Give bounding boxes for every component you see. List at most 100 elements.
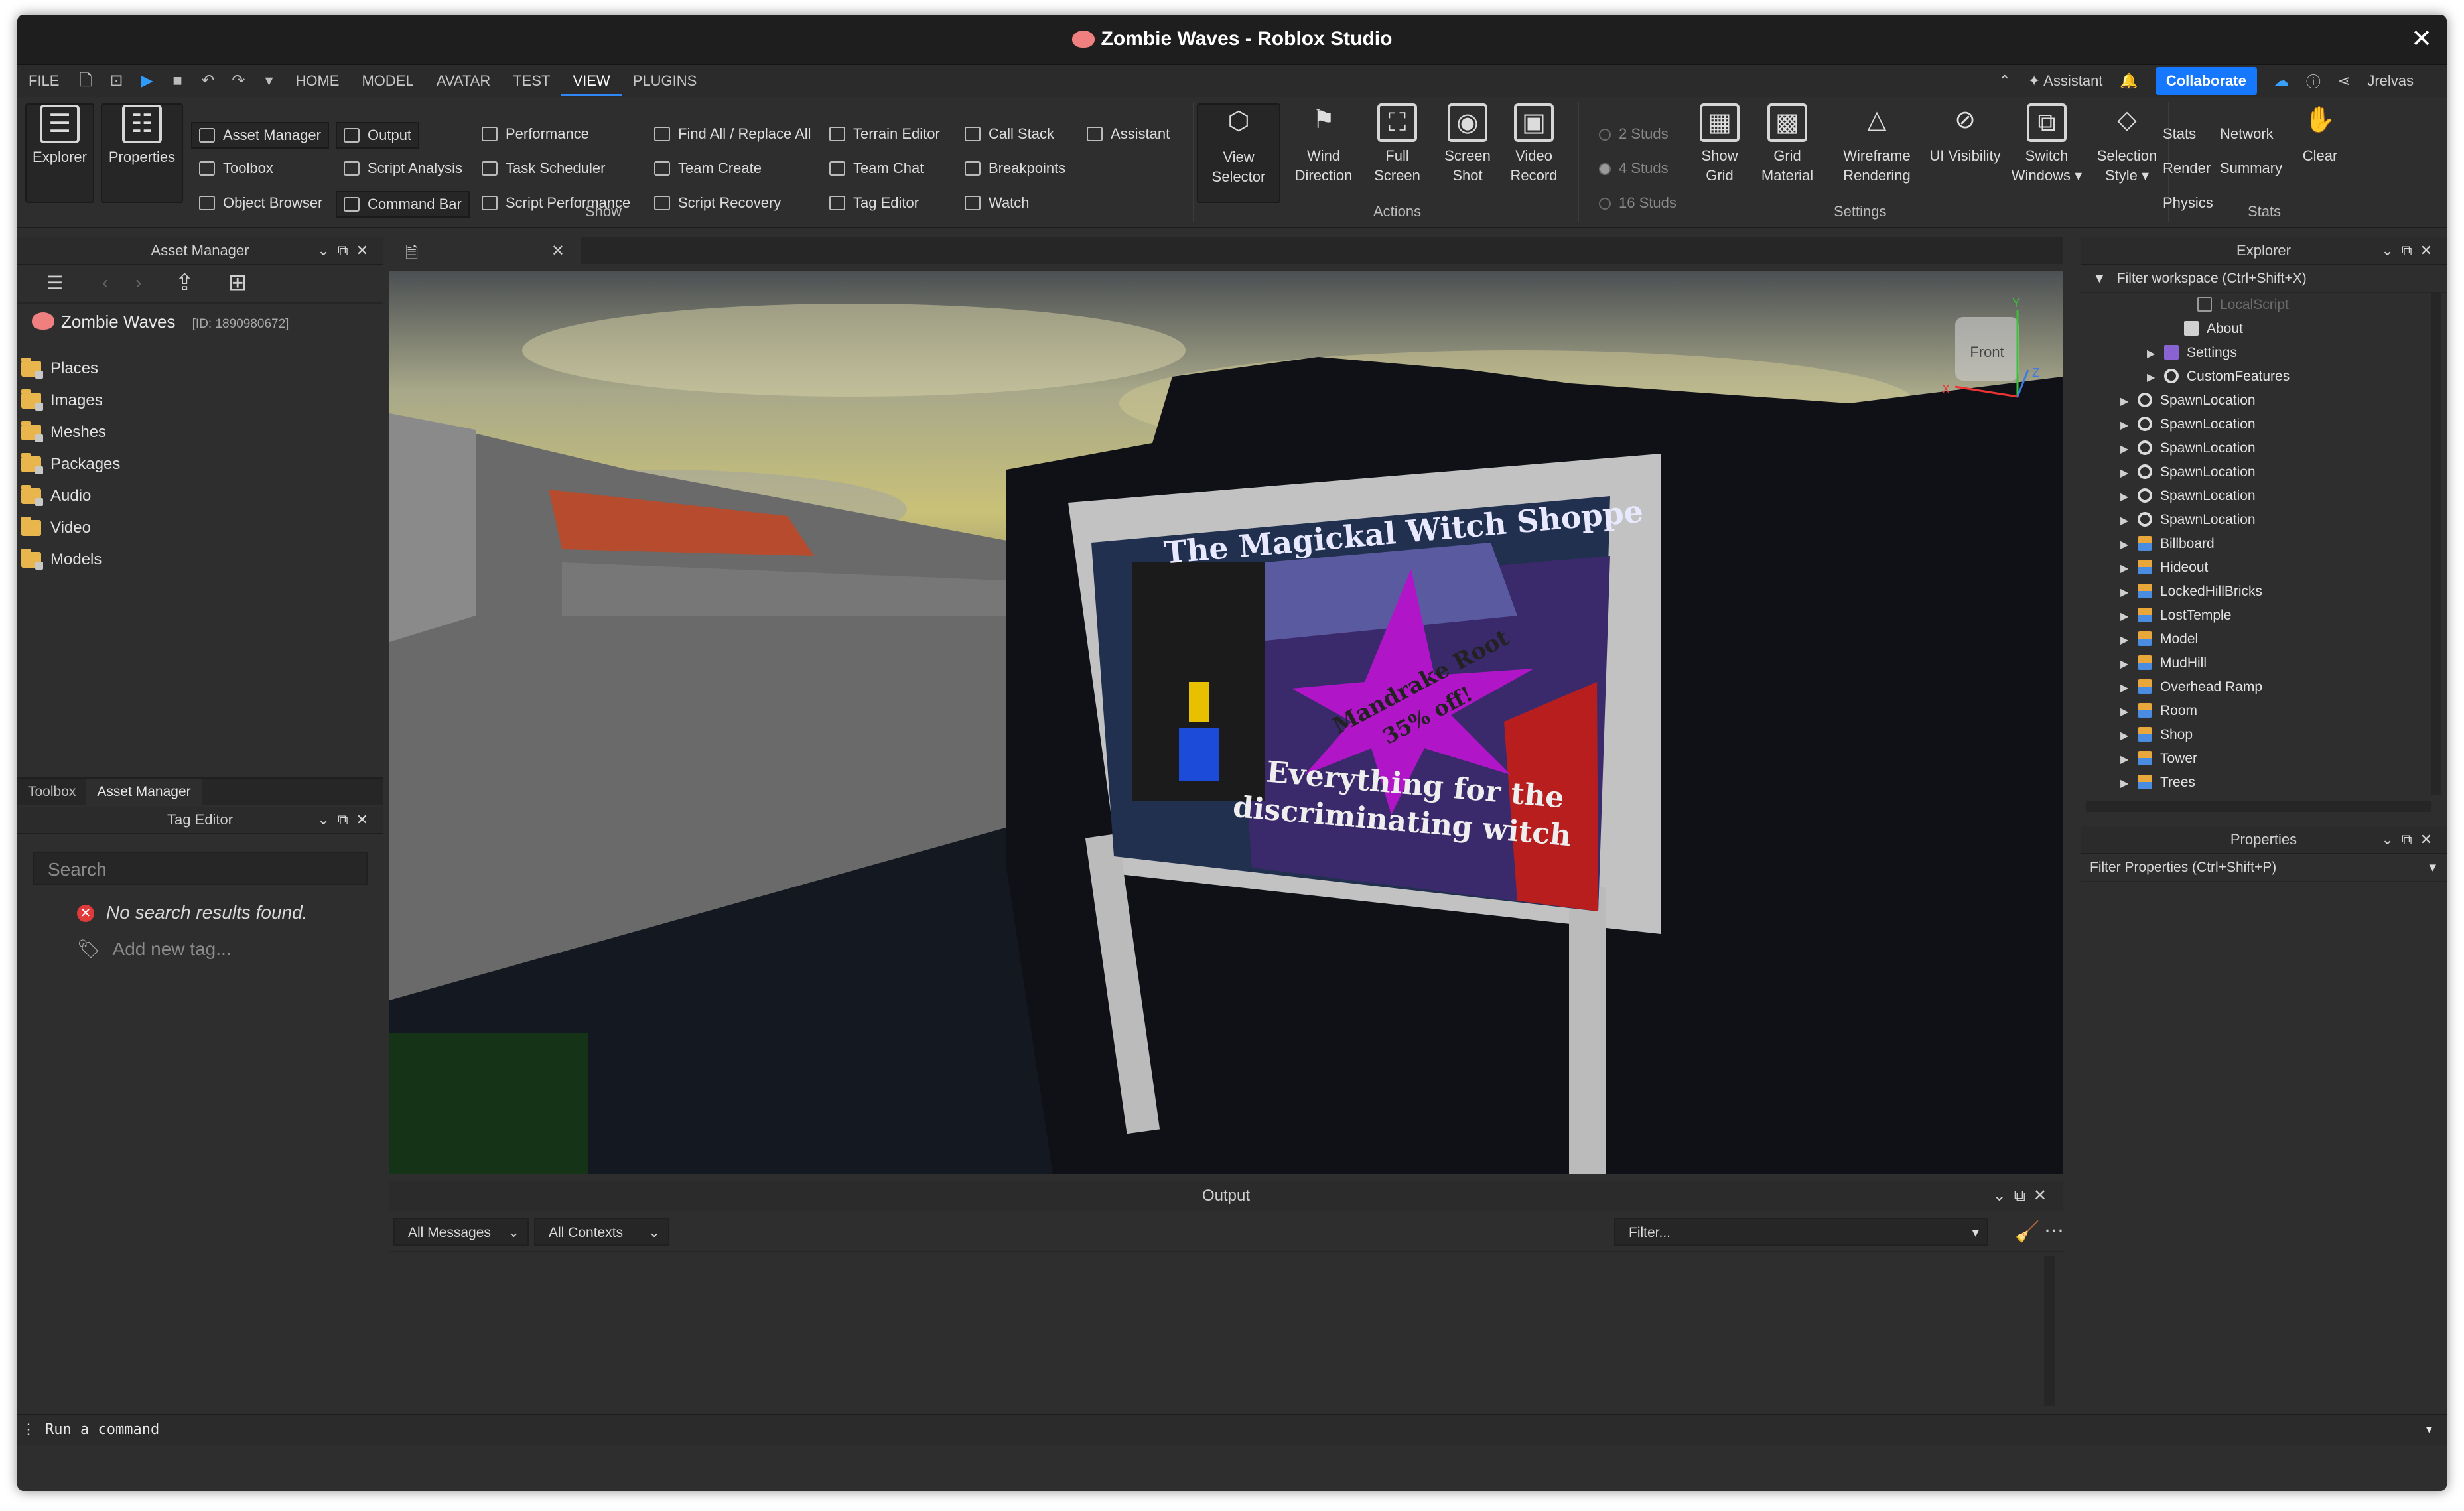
expand-arrow-icon[interactable]: ▶ (2120, 605, 2138, 629)
asset-manager-toggle[interactable]: Asset Manager (191, 122, 329, 149)
object-browser-toggle[interactable]: Object Browser (199, 191, 322, 215)
viewport-tab[interactable]: 🗎 ✕ (389, 237, 581, 264)
expand-arrow-icon[interactable]: ▶ (2120, 677, 2138, 700)
add-new-tag[interactable]: 🏷 Add new tag... (77, 938, 232, 960)
messages-dropdown[interactable]: All Messages ⌄ (393, 1218, 529, 1246)
folder-video[interactable]: Video (21, 512, 120, 544)
tag-editor-toggle[interactable]: Tag Editor (829, 191, 919, 215)
tab-model[interactable]: MODEL (350, 72, 425, 90)
folder-audio[interactable]: Audio (21, 480, 120, 512)
tab-test[interactable]: TEST (502, 72, 561, 90)
switch-windows-button[interactable]: ⧉ Switch Windows ▾ (2010, 103, 2083, 186)
summary-button[interactable]: Summary (2220, 157, 2282, 180)
tag-search-input[interactable]: Search (33, 852, 368, 885)
wind-direction-button[interactable]: ⚑ Wind Direction (1287, 103, 1360, 186)
video-record-button[interactable]: ▣ Video Record (1501, 103, 1567, 186)
forward-icon[interactable]: › (135, 272, 141, 293)
share-icon[interactable]: ⋖ (2338, 72, 2350, 90)
task-scheduler-toggle[interactable]: Task Scheduler (482, 157, 605, 180)
folder-packages[interactable]: Packages (21, 448, 120, 480)
chevron-up-icon[interactable]: ⌃ (1998, 72, 2010, 90)
wireframe-button[interactable]: △ Wireframe Rendering (1827, 103, 1927, 186)
tab-home[interactable]: HOME (284, 72, 350, 90)
watch-toggle[interactable]: Watch (965, 191, 1030, 215)
explorer-item[interactable]: ▶ SpawnLocation (2120, 460, 2256, 484)
expand-arrow-icon[interactable]: ▶ (2120, 653, 2138, 677)
expand-arrow-icon[interactable]: ▶ (2120, 724, 2138, 748)
cloud-icon[interactable]: ☁ (2274, 72, 2289, 90)
expand-arrow-icon[interactable]: ▶ (2120, 390, 2138, 414)
folder-meshes[interactable]: Meshes (21, 417, 120, 448)
explorer-item[interactable]: ▶ LockedHillBricks (2120, 580, 2262, 604)
expand-arrow-icon[interactable]: ▶ (2120, 509, 2138, 533)
render-button[interactable]: Render (2163, 157, 2211, 180)
user-name[interactable]: Jrelvas (2367, 72, 2414, 90)
explorer-scrollbar[interactable] (2431, 293, 2441, 795)
explorer-item[interactable]: ▶ MudHill (2120, 651, 2207, 675)
view-selector-button[interactable]: ⬡ View Selector (1197, 103, 1280, 203)
undo-icon[interactable]: ↶ (199, 72, 216, 90)
expand-arrow-icon[interactable]: ▶ (2120, 629, 2138, 653)
expand-arrow-icon[interactable]: ▶ (2120, 438, 2138, 462)
panel-controls[interactable]: ⌄⧉✕ (1993, 1181, 2055, 1211)
properties-filter-input[interactable]: Filter Properties (Ctrl+Shift+P) ▾ (2081, 854, 2447, 882)
find-all-toggle[interactable]: Find All / Replace All (654, 122, 811, 146)
expand-arrow-icon[interactable]: ▶ (2120, 533, 2138, 557)
explorer-item[interactable]: ▶ Room (2120, 699, 2197, 723)
expand-arrow-icon[interactable]: ▶ (2120, 748, 2138, 772)
explorer-item[interactable]: ▶ Trees (2120, 771, 2195, 795)
redo-icon[interactable]: ↷ (230, 72, 247, 90)
properties-button[interactable]: ☷ Properties (101, 103, 183, 203)
team-chat-toggle[interactable]: Team Chat (829, 157, 924, 180)
stats-button[interactable]: Stats (2163, 122, 2196, 146)
ui-visibility-button[interactable]: ⊘ UI Visibility (1928, 103, 2002, 166)
explorer-item[interactable]: ▶ LostTemple (2120, 604, 2231, 627)
file-menu[interactable]: FILE (17, 72, 70, 90)
expand-arrow-icon[interactable]: ▶ (2120, 581, 2138, 605)
explorer-item[interactable]: ▶ SpawnLocation (2120, 389, 2256, 413)
tab-avatar[interactable]: AVATAR (425, 72, 502, 90)
explorer-item[interactable]: LocalScript (2180, 293, 2289, 317)
new-file-icon[interactable]: 🗋 (77, 72, 94, 90)
script-recovery-toggle[interactable]: Script Recovery (654, 191, 781, 215)
contexts-dropdown[interactable]: All Contexts ⌄ (534, 1218, 669, 1246)
notifications-icon[interactable]: 🔔 (2120, 72, 2138, 90)
grid-16-studs-radio[interactable]: 16 Studs (1599, 191, 1677, 215)
grid-material-button[interactable]: ▩ Grid Material (1754, 103, 1820, 186)
explorer-hscrollbar[interactable] (2086, 801, 2431, 812)
tab-toolbox[interactable]: Toolbox (17, 784, 86, 800)
command-bar[interactable]: ⋮ Run a command ▾ (17, 1414, 2447, 1445)
command-bar-toggle[interactable]: Command Bar (336, 191, 470, 218)
explorer-item[interactable]: ▶ Settings (2147, 341, 2237, 365)
collaborate-button[interactable]: Collaborate (2155, 67, 2257, 95)
3d-viewport[interactable]: The Magickal Witch Shoppe Mandrake Root … (389, 271, 2063, 1174)
physics-button[interactable]: Physics (2163, 191, 2213, 215)
performance-toggle[interactable]: Performance (482, 122, 589, 146)
screen-shot-button[interactable]: ◉ Screen Shot (1434, 103, 1501, 186)
show-grid-button[interactable]: ▦ Show Grid (1686, 103, 1753, 186)
panel-controls[interactable]: ⌄⧉✕ (2381, 826, 2440, 853)
broom-icon[interactable]: 🧹 (2015, 1220, 2039, 1244)
tab-view[interactable]: VIEW (561, 66, 622, 96)
explorer-item[interactable]: ▶ SpawnLocation (2120, 508, 2256, 532)
network-button[interactable]: Network (2220, 122, 2274, 146)
grid-view-icon[interactable]: ⊞ (228, 269, 247, 296)
full-screen-button[interactable]: ⛶ Full Screen (1364, 103, 1430, 186)
explorer-item[interactable]: About (2167, 317, 2243, 341)
explorer-button[interactable]: ☰ Explorer (25, 103, 94, 203)
output-toggle[interactable]: Output (336, 122, 420, 149)
open-file-icon[interactable]: ⊡ (107, 72, 125, 90)
team-create-toggle[interactable]: Team Create (654, 157, 762, 180)
output-filter-input[interactable]: Filter... ▾ (1614, 1218, 1988, 1246)
expand-arrow-icon[interactable]: ▶ (2120, 557, 2138, 581)
panel-controls[interactable]: ⌄⧉✕ (317, 237, 376, 264)
expand-arrow-icon[interactable]: ▶ (2120, 772, 2138, 796)
selection-style-button[interactable]: ◇ Selection Style ▾ (2090, 103, 2164, 186)
close-tab-icon[interactable]: ✕ (551, 241, 565, 261)
grid-2-studs-radio[interactable]: 2 Studs (1599, 122, 1669, 146)
toolbox-toggle[interactable]: Toolbox (199, 157, 273, 180)
close-window-button[interactable]: ✕ (2411, 24, 2432, 54)
explorer-item[interactable]: ▶ CustomFeatures (2147, 365, 2290, 389)
explorer-item[interactable]: ▶ Shop (2120, 723, 2193, 747)
explorer-item[interactable]: ▶ Tower (2120, 747, 2197, 771)
